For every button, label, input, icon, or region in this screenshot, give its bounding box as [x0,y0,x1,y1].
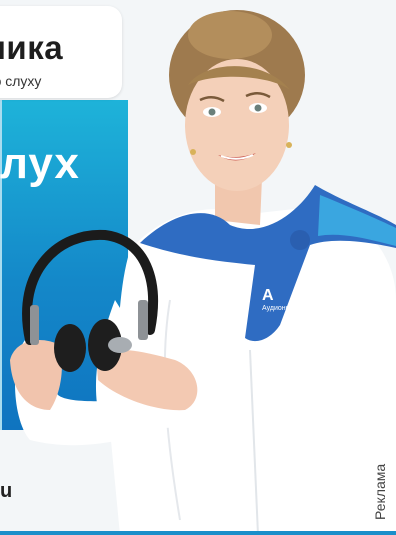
model-photo: Аудионика A [10,10,396,535]
headphones-cup-left [54,324,86,372]
ad-label: Реклама [372,463,388,520]
scarf-logo: Аудионика [262,305,297,312]
svg-text:A: A [262,287,274,304]
website-url[interactable]: u [0,480,12,503]
bottom-accent-rule [0,531,396,535]
